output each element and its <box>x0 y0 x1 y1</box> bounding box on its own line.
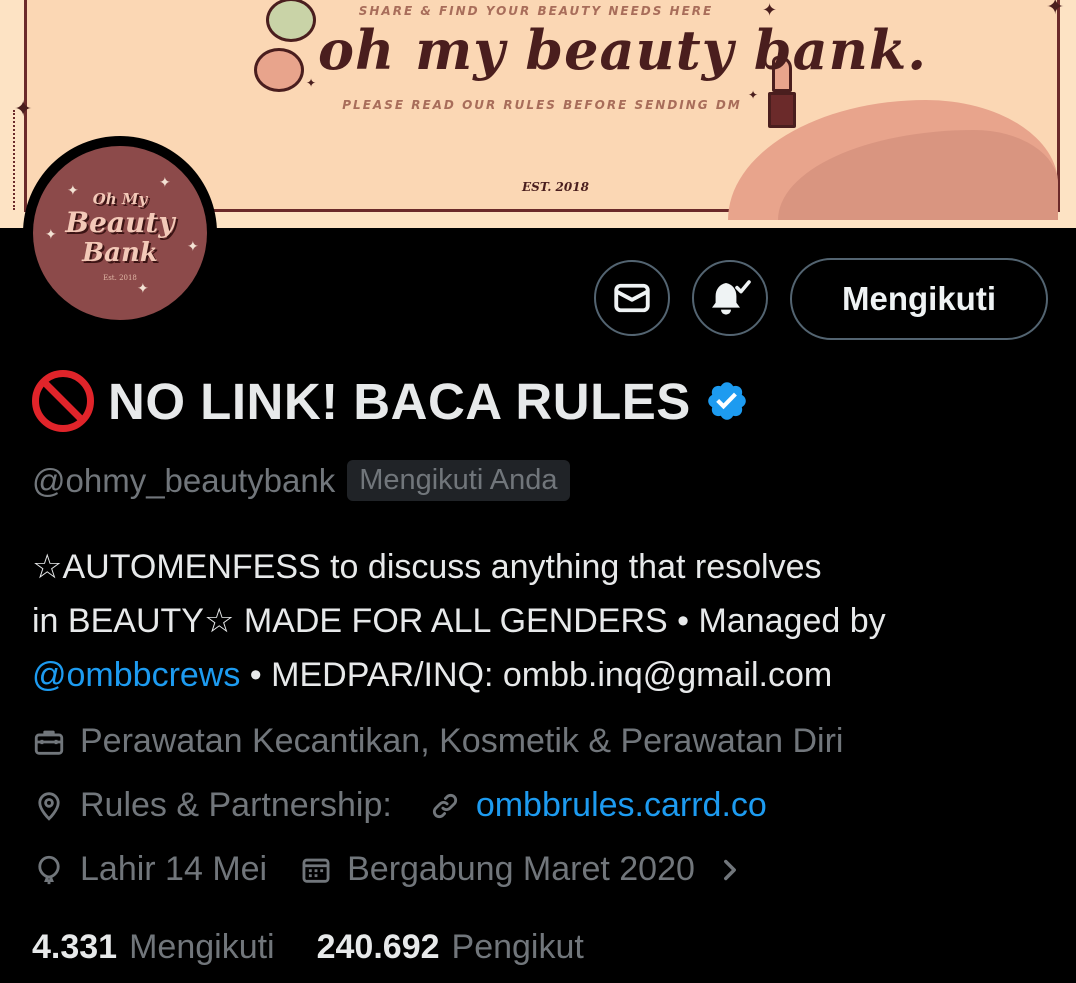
banner-est: EST. 2018 <box>522 180 589 194</box>
balloon-icon <box>38 855 60 884</box>
display-name-row: NO LINK! BACA RULES <box>32 366 749 436</box>
banner-tagline: SHARE & FIND YOUR BEAUTY NEEDS HERE <box>358 4 714 18</box>
calendar-icon <box>302 858 330 883</box>
mention-link[interactable]: @ombbcrews <box>32 656 240 694</box>
link-icon <box>432 793 457 818</box>
verified-badge-icon[interactable] <box>705 379 749 423</box>
joined-text: Bergabung Maret 2020 <box>347 850 695 888</box>
banner-subtitle: PLEASE READ OUR RULES BEFORE SENDING DM <box>342 98 742 112</box>
following-label: Mengikuti <box>129 928 275 966</box>
briefcase-icon <box>34 730 64 755</box>
bio-line: ☆AUTOMENFESS to discuss anything that re… <box>32 548 822 586</box>
followers-label: Pengikut <box>451 928 584 966</box>
birthday-text: Lahir 14 Mei <box>80 850 268 888</box>
location-pin-icon <box>38 791 60 821</box>
category-row: Perawatan Kecantikan, Kosmetik & Perawat… <box>32 722 843 761</box>
sparkle-icon: ✦ <box>306 76 317 90</box>
bio-line: @ombbcrews • MEDPAR/INQ: ombb.inq@gmail.… <box>32 648 1042 702</box>
following-count: 4.331 <box>32 928 118 966</box>
bio-line-text: • MEDPAR/INQ: ombb.inq@gmail.com <box>240 656 833 694</box>
mail-icon <box>614 283 650 313</box>
location-text: Rules & Partnership: <box>80 786 392 824</box>
handle-row: @ohmy_beautybank Mengikuti Anda <box>32 460 570 501</box>
message-button[interactable] <box>594 260 670 336</box>
category-text: Perawatan Kecantikan, Kosmetik & Perawat… <box>80 722 844 760</box>
followers-stat[interactable]: 240.692 Pengikut <box>317 928 584 967</box>
chevron-right-icon[interactable] <box>717 853 743 887</box>
banner-title: oh my beauty bank. <box>318 18 928 82</box>
avatar-text-line2: Beauty <box>65 206 175 239</box>
avatar-image: ✦ ✦ ✦ ✦ ✦ Oh My Beauty Bank Est. 2018 <box>33 146 207 320</box>
dates-row: Lahir 14 Mei Bergabung Maret 2020 <box>32 850 743 889</box>
sparkle-icon: ✦ <box>137 280 149 296</box>
notify-button[interactable] <box>692 260 768 336</box>
avatar-text-line3: Bank <box>82 238 158 268</box>
bio: ☆AUTOMENFESS to discuss anything that re… <box>32 540 1042 702</box>
banner-dotted-line <box>13 110 15 210</box>
followers-count: 240.692 <box>316 928 440 966</box>
sparkle-icon: ✦ <box>159 174 171 190</box>
display-name: NO LINK! BACA RULES <box>108 372 691 430</box>
follows-you-badge: Mengikuti Anda <box>347 460 570 501</box>
avatar[interactable]: ✦ ✦ ✦ ✦ ✦ Oh My Beauty Bank Est. 2018 <box>23 136 217 330</box>
bell-check-icon <box>712 280 751 315</box>
website-link[interactable]: ombbrules.carrd.co <box>476 786 767 825</box>
avatar-text-est: Est. 2018 <box>103 274 137 282</box>
handle: @ohmy_beautybank <box>32 461 336 499</box>
bio-line: in BEAUTY☆ MADE FOR ALL GENDERS • Manage… <box>32 602 886 640</box>
no-entry-icon <box>32 370 94 432</box>
location-row: Rules & Partnership: ombbrules.carrd.co <box>32 786 767 825</box>
following-button[interactable]: Mengikuti <box>790 258 1048 340</box>
follow-stats: 4.331 Mengikuti 240.692 Pengikut <box>32 928 584 967</box>
following-stat[interactable]: 4.331 Mengikuti <box>32 928 275 967</box>
